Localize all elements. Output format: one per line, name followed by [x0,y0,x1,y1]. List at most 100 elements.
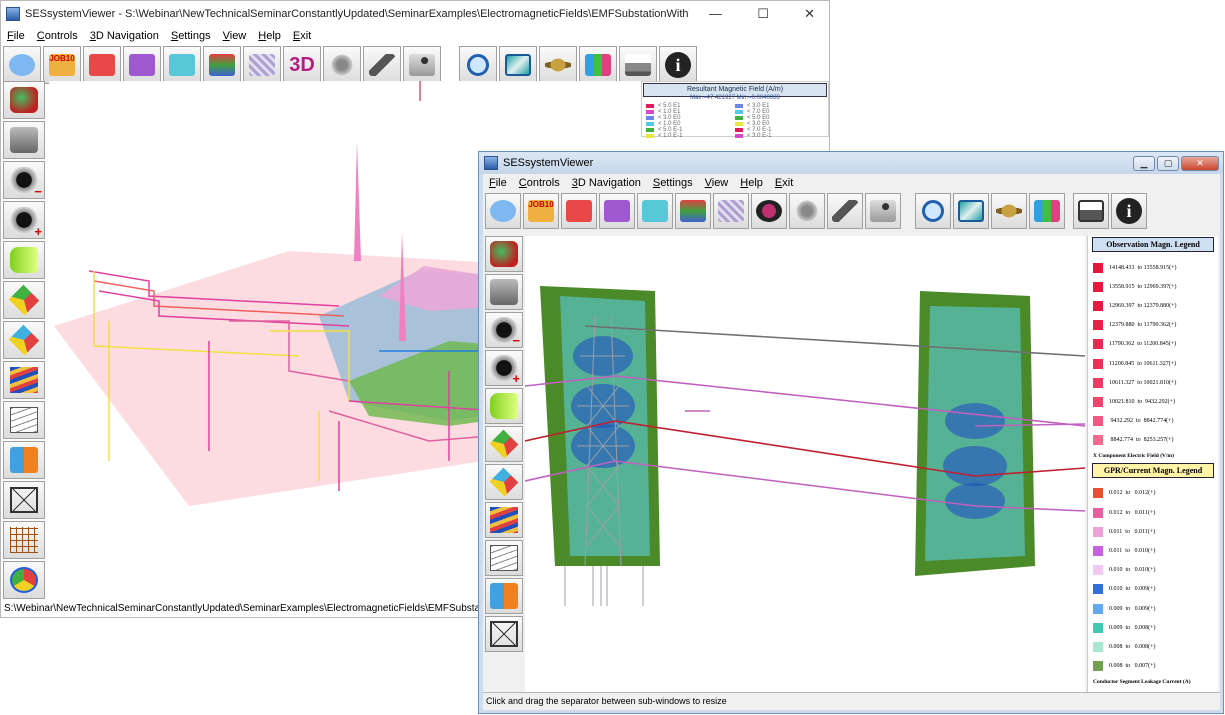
layers-button[interactable] [3,361,45,399]
menu-help[interactable]: Help [258,30,281,42]
menu-controls[interactable]: Controls [519,177,560,189]
camera-button[interactable] [485,274,523,310]
camera-zoom-in-button[interactable]: + [3,201,45,239]
maximize-button[interactable]: ☐ [757,6,769,22]
joystick-button[interactable] [403,46,441,84]
menu-file[interactable]: File [489,177,507,189]
stack-folder-button[interactable] [675,193,711,229]
stack-folder-button[interactable] [203,46,241,84]
app-icon [484,156,498,170]
saturn-button[interactable] [539,46,577,84]
menu-bar: File Controls 3D Navigation Settings Vie… [483,174,1220,191]
cyan-folder-button[interactable] [637,193,673,229]
menu-help[interactable]: Help [740,177,763,189]
shield-button[interactable] [3,81,45,119]
cube-red-button[interactable] [3,281,45,319]
cube-blue-button[interactable] [485,464,523,500]
menu-view[interactable]: View [223,30,247,42]
legend-swatch [735,128,743,132]
cube-red-button[interactable] [485,426,523,462]
close-button[interactable]: ✕ [804,6,815,22]
grid-cube-button[interactable] [3,521,45,559]
legend-swatch [1093,546,1103,557]
3d-button[interactable]: 3D [283,46,321,84]
info-button[interactable]: i [1111,193,1147,229]
title-bar[interactable]: SESsystemViewer - S:\Webinar\NewTechnica… [1,1,829,27]
layers-icon [490,507,518,533]
wireframe-layers-button[interactable] [3,401,45,439]
flashlight-button[interactable] [485,388,523,424]
fit-view-button[interactable] [953,193,989,229]
flashlight-button[interactable] [3,241,45,279]
menu-3d-navigation[interactable]: 3D Navigation [572,177,641,189]
cube-blue-button[interactable] [3,321,45,359]
minimize-button[interactable]: ▁ [1133,155,1155,171]
open-job-button[interactable]: JOB10 [43,46,81,84]
legend-range-label: 13558.915 to 12969.397(+) [1109,283,1177,290]
grid-folder-button[interactable] [713,193,749,229]
red-folder-button[interactable] [83,46,121,84]
red-folder-button[interactable] [561,193,597,229]
legend-row: 0.012 to 0.011(+) [1088,503,1218,522]
joystick-button[interactable] [865,193,901,229]
camera-button[interactable] [3,121,45,159]
help-bubble-button[interactable] [485,193,521,229]
save-button[interactable] [1073,193,1109,229]
grid-folder-icon [718,200,744,222]
camera-zoom-in-button[interactable]: + [485,350,523,386]
minimize-button[interactable]: — [709,6,722,22]
legend-row: 14148.433 to 13558.915(+) [1088,258,1218,277]
title-bar[interactable]: SESsystemViewer ▁ ▢ ✕ [479,152,1223,174]
menu-settings[interactable]: Settings [653,177,693,189]
wire-box-button[interactable] [3,481,45,519]
fit-view-button[interactable] [499,46,537,84]
menu-view[interactable]: View [705,177,729,189]
shield-button[interactable] [485,236,523,272]
maximize-button[interactable]: ▢ [1157,155,1179,171]
wire-box-button[interactable] [485,616,523,652]
saturn-button[interactable] [991,193,1027,229]
color-cubes-button[interactable] [3,441,45,479]
zoom-button[interactable] [459,46,497,84]
info-button[interactable]: i [659,46,697,84]
cyan-folder-icon [642,200,668,222]
wire-box-icon [490,621,518,647]
rotate-cube-button[interactable] [3,561,45,599]
cubes-button[interactable] [1029,193,1065,229]
remote-button[interactable] [827,193,863,229]
gears-button[interactable] [323,46,361,84]
menu-settings[interactable]: Settings [171,30,211,42]
close-button[interactable]: ✕ [1181,155,1219,171]
grid-folder-button[interactable] [243,46,281,84]
menu-controls[interactable]: Controls [37,30,78,42]
wireframe-layers-button[interactable] [485,540,523,576]
color-cubes-button[interactable] [485,578,523,614]
print-button[interactable] [619,46,657,84]
status-bar: Click and drag the separator between sub… [483,692,1220,710]
menu-3d-navigation[interactable]: 3D Navigation [90,30,159,42]
camera-zoom-out-button[interactable]: − [485,312,523,348]
legend-swatch [1093,416,1103,427]
camera-zoom-out-button[interactable]: − [3,161,45,199]
legend-range-label: 0.011 to 0.011(+) [1109,528,1156,535]
legend-swatch [735,104,743,108]
info-icon: i [665,52,691,78]
cubes-button[interactable] [579,46,617,84]
open-job-button[interactable]: JOB10 [523,193,559,229]
viewer-canvas-3d[interactable] [525,236,1085,692]
cyan-folder-button[interactable] [163,46,201,84]
purple-folder-button[interactable] [599,193,635,229]
gears-button[interactable] [789,193,825,229]
fit-icon [505,54,531,76]
layers-button[interactable] [485,502,523,538]
help-bubble-button[interactable] [3,46,41,84]
3d-button[interactable] [751,193,787,229]
menu-file[interactable]: File [7,30,25,42]
menu-exit[interactable]: Exit [293,30,311,42]
cube-icon [489,429,519,459]
purple-folder-button[interactable] [123,46,161,84]
zoom-button[interactable] [915,193,951,229]
remote-button[interactable] [363,46,401,84]
layers-icon [10,367,38,393]
menu-exit[interactable]: Exit [775,177,793,189]
